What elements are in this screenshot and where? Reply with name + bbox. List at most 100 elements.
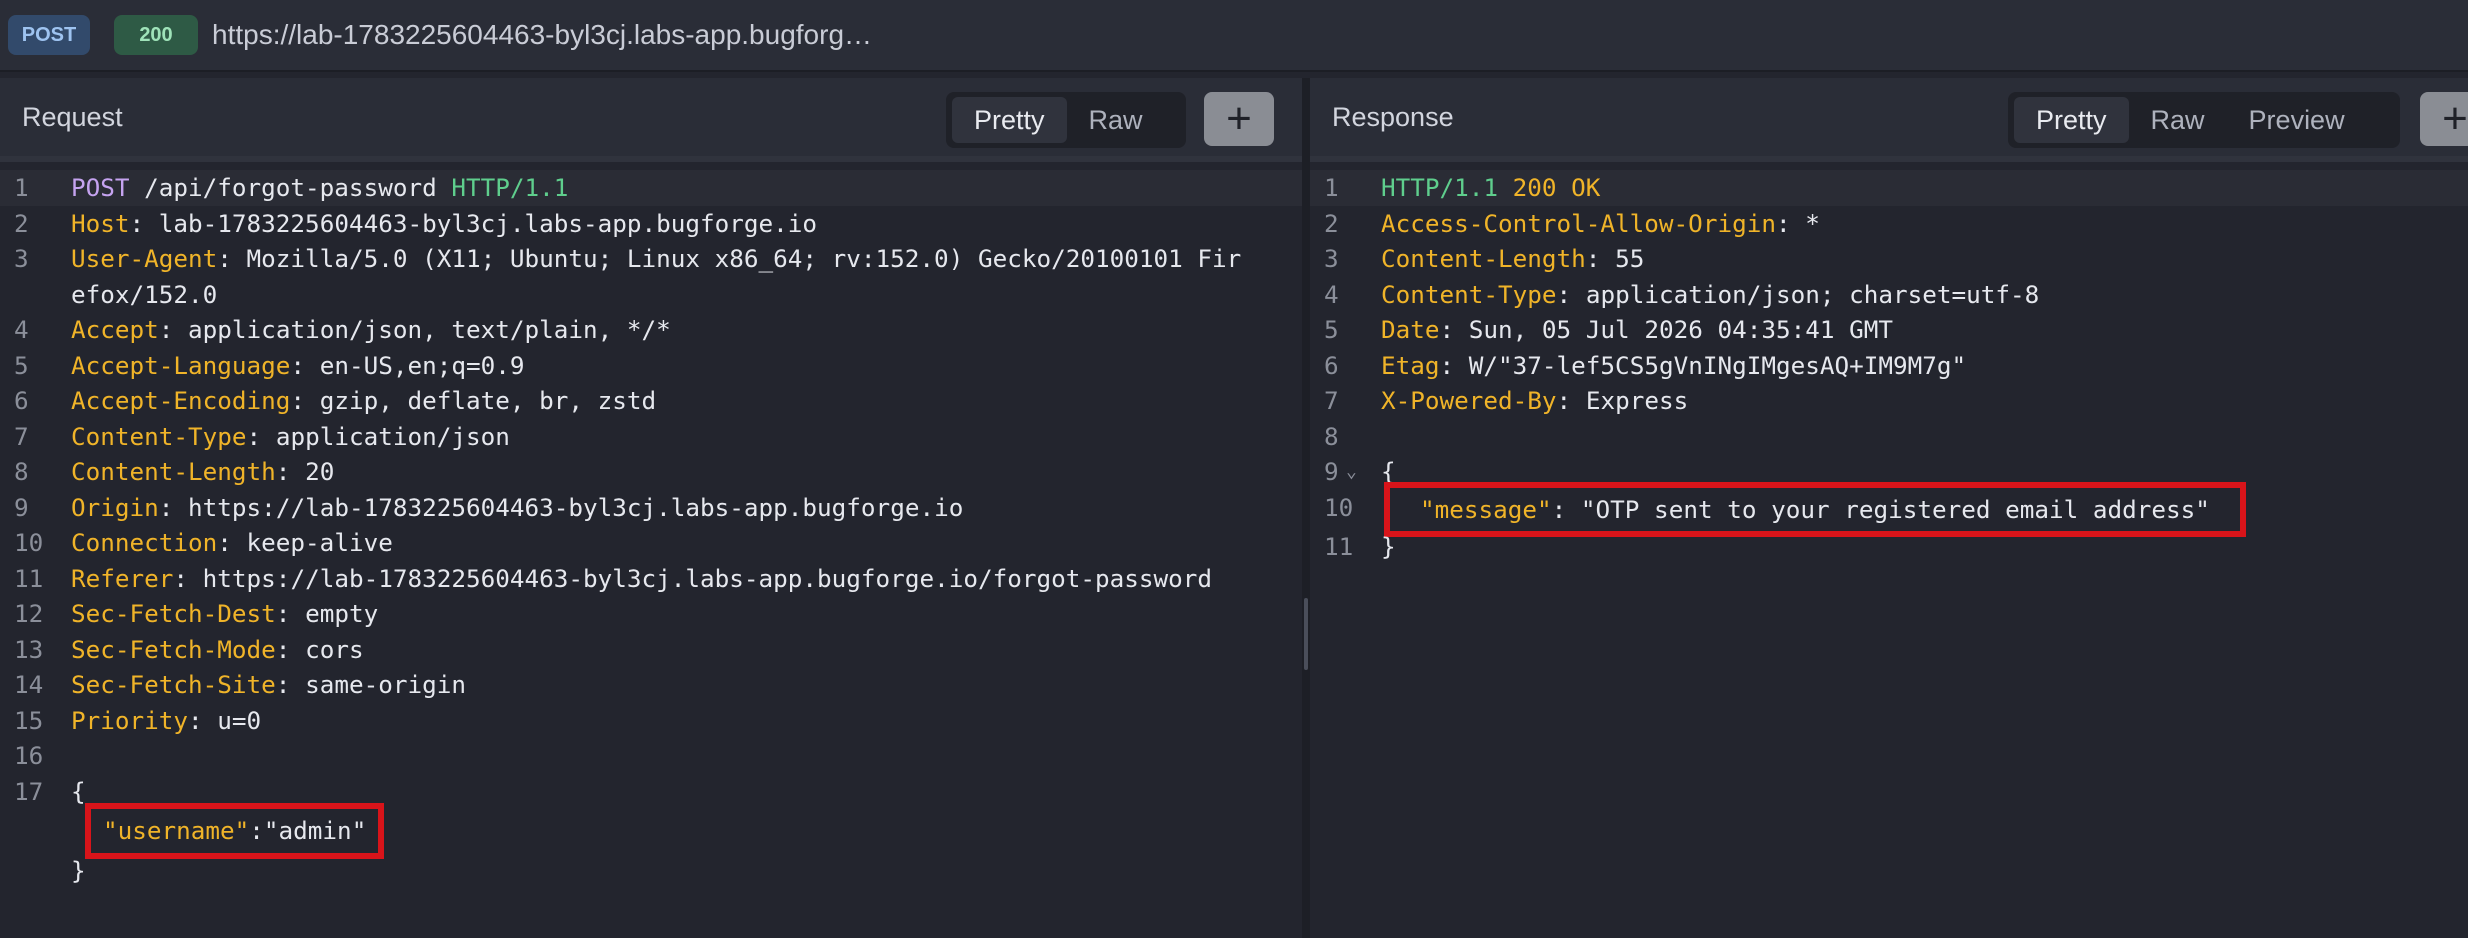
code-line: 1 POST /api/forgot-password HTTP/1.1 (0, 170, 1302, 206)
code-line-wrap: efox/152.0 (0, 277, 1302, 313)
request-title: Request (22, 101, 123, 132)
code-line: 6 Accept-Encoding: gzip, deflate, br, zst… (0, 383, 1302, 419)
json-key: "username" (103, 816, 250, 846)
response-view-tabs: Pretty Raw Preview (2008, 92, 2400, 148)
code-line: 11 Referer: https://lab-1783225604463-byl… (0, 561, 1302, 597)
header-name: Referer (71, 563, 174, 593)
line-number: 11 (14, 563, 44, 593)
header-value: gzip, deflate, br, zstd (319, 386, 657, 415)
request-tab-pretty[interactable]: Pretty (952, 97, 1067, 143)
code-line: 8 Content-Length: 20 (0, 454, 1302, 490)
line-number: 5 (1324, 315, 1339, 344)
header-name: Connection (71, 528, 218, 557)
code-line: 2 Access-Control-Allow-Origin: * (1310, 206, 2468, 242)
code-line: 1 HTTP/1.1 200 OK (1310, 170, 2468, 206)
response-pane: Response Pretty Raw Preview + 1 HTTP/1.1 … (1310, 78, 2468, 938)
header-name: Accept-Encoding (71, 386, 291, 415)
request-tab-raw[interactable]: Raw (1067, 97, 1165, 143)
line-number: 15 (14, 705, 44, 735)
header-value: https://lab-1783225604463-byl3cj.labs-ap… (202, 563, 1213, 593)
header-name: Content-Length (1381, 244, 1586, 273)
line-number: 1 (14, 173, 29, 202)
header-value: 20 (305, 457, 335, 486)
resize-handle[interactable] (1304, 598, 1308, 670)
code-line: 16 (0, 738, 1302, 774)
json-close-brace: } (1381, 532, 1396, 561)
highlight-box-username: "username":"admin" (85, 803, 385, 859)
request-add-button[interactable]: + (1204, 92, 1274, 146)
code-line: 5 Date: Sun, 05 Jul 2026 04:35:41 GMT (1310, 312, 2468, 348)
request-pane: Request Pretty Raw + 1 POST /api/forgot-… (0, 78, 1302, 938)
status-code: 200 (1498, 173, 1557, 202)
header-value: empty (305, 599, 379, 628)
header-value: https://lab-1783225604463-byl3cj.labs-ap… (188, 492, 964, 522)
fold-chevron-icon[interactable]: ⌄ (1346, 454, 1357, 490)
line-number: 10 (1324, 492, 1354, 522)
header-name: Host (71, 208, 130, 238)
code-line: 15 Priority: u=0 (0, 703, 1302, 739)
header-value: cors (305, 634, 364, 664)
http-version: HTTP/1.1 (1381, 173, 1499, 202)
line-number: 14 (14, 670, 44, 699)
response-editor[interactable]: 1 HTTP/1.1 200 OK 2 Access-Control-Allow-O… (1310, 162, 2468, 565)
response-tab-preview[interactable]: Preview (2227, 97, 2367, 143)
response-tab-raw[interactable]: Raw (2129, 97, 2227, 143)
header-value: lab-1783225604463-byl3cj.labs-app.bugfor… (158, 208, 818, 238)
code-line: 5 Accept-Language: en-US,en;q=0.9 (0, 348, 1302, 384)
header-name: Origin (71, 492, 159, 522)
header-value: Sun, 05 Jul 2026 04:35:41 GMT (1468, 315, 1893, 344)
line-number: 12 (14, 599, 44, 628)
json-value: "OTP sent to your registered email addre… (1580, 494, 2210, 524)
header-name: Content-Type (71, 421, 247, 451)
header-value: keep-alive (246, 528, 393, 557)
http-version: HTTP/1.1 (451, 173, 569, 202)
header-value: application/json, text/plain, */* (188, 315, 671, 344)
header-name: Priority (71, 705, 189, 735)
header-value: Express (1585, 386, 1689, 415)
line-number: 8 (1324, 421, 1339, 451)
header-name: X-Powered-By (1381, 386, 1557, 415)
request-view-tabs: Pretty Raw (946, 92, 1186, 148)
line-number (0, 277, 56, 313)
code-line: 11} (1310, 529, 2468, 565)
header-name: Accept-Language (71, 350, 291, 380)
response-add-button[interactable]: + (2420, 92, 2468, 146)
request-url[interactable]: https://lab-1783225604463-byl3cj.labs-ap… (212, 19, 872, 51)
status-text: OK (1556, 173, 1601, 202)
request-header: Request Pretty Raw + (0, 78, 1302, 162)
code-line: } (0, 853, 1302, 889)
code-line: 3 User-Agent: Mozilla/5.0 (X11; Ubuntu; L… (0, 241, 1302, 277)
json-separator: : (1551, 494, 1581, 524)
pane-divider[interactable] (1302, 78, 1310, 938)
line-number: 3 (14, 244, 29, 273)
code-line: 4 Content-Type: application/json; charset… (1310, 277, 2468, 313)
line-number: 2 (1324, 208, 1339, 238)
response-tab-pretty[interactable]: Pretty (2014, 97, 2129, 143)
header-value: Mozilla/5.0 (X11; Ubuntu; Linux x86_64; … (246, 244, 1242, 273)
code-line: 2 Host: lab-1783225604463-byl3cj.labs-app… (0, 206, 1302, 242)
header-value: same-origin (305, 670, 466, 699)
code-line: 3 Content-Length: 55 (1310, 241, 2468, 277)
header-value: * (1805, 208, 1820, 238)
header-name: Sec-Fetch-Dest (71, 599, 276, 628)
json-key: "message" (1420, 494, 1552, 524)
url-bar: POST 200 https://lab-1783225604463-byl3c… (0, 0, 2468, 72)
json-close-brace: } (71, 856, 86, 885)
header-name: User-Agent (71, 244, 218, 273)
line-number: 7 (14, 421, 29, 451)
line-number: 16 (14, 741, 44, 770)
header-name: Sec-Fetch-Mode (71, 634, 276, 664)
header-value: application/json; charset=utf-8 (1585, 279, 2040, 309)
header-value: u=0 (217, 705, 262, 735)
header-name: Date (1381, 315, 1440, 344)
code-line: 7 Content-Type: application/json (0, 419, 1302, 455)
http-method: POST (71, 173, 130, 202)
code-line: 4 Accept: application/json, text/plain, *… (0, 312, 1302, 348)
json-separator: : (249, 816, 264, 846)
code-line: 8 (1310, 419, 2468, 455)
line-number: 1 (1324, 173, 1339, 202)
line-number: 5 (14, 350, 29, 380)
line-number: 9 (1324, 457, 1339, 486)
request-editor[interactable]: 1 POST /api/forgot-password HTTP/1.1 2 Ho… (0, 162, 1302, 889)
line-number: 4 (1324, 279, 1339, 309)
